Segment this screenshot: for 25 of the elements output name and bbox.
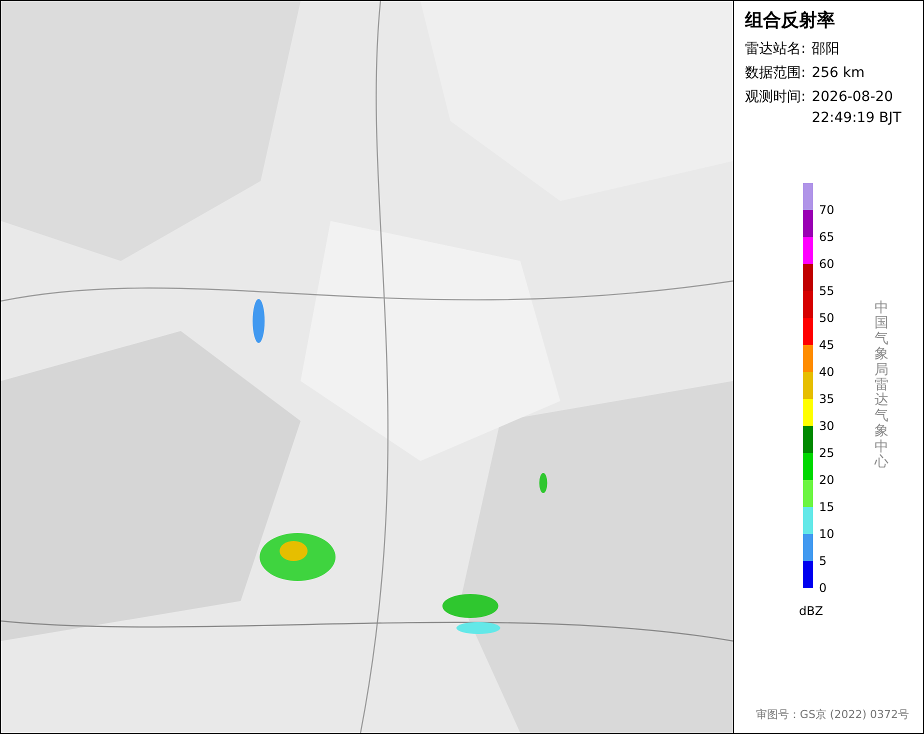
legend-label: 25 [819, 446, 834, 460]
field-label: 雷达站名: [745, 40, 806, 59]
legend-label: 30 [819, 419, 834, 433]
panel-title: 组合反射率 [745, 9, 836, 33]
legend-label: 40 [819, 365, 834, 379]
legend-label: 50 [819, 311, 834, 325]
map-approval-number: 审图号：GS京 (2022) 0372号 [756, 706, 909, 722]
legend-label: 65 [819, 230, 834, 244]
legend-label: 55 [819, 284, 834, 298]
legend-label: 15 [819, 500, 834, 514]
legend-label: 35 [819, 392, 834, 406]
legend-label: 5 [819, 554, 827, 568]
field-value: 邵阳 [812, 40, 841, 59]
field-label: 数据范围: [745, 64, 806, 83]
legend-label: 10 [819, 527, 834, 541]
legend-label: 20 [819, 473, 834, 487]
legend-unit: dBZ [799, 603, 824, 620]
legend-label: 0 [819, 581, 827, 595]
credit-text: 中国气象局雷达气象中心 [874, 301, 888, 470]
legend-label: 45 [819, 338, 834, 352]
field-label: 观测时间: [745, 88, 806, 107]
field-value: 256 km [812, 64, 866, 83]
field-value: 2026-08-20 22:49:19 BJT [812, 88, 902, 128]
legend-label: 60 [819, 257, 834, 271]
legend-label: 70 [819, 203, 834, 217]
